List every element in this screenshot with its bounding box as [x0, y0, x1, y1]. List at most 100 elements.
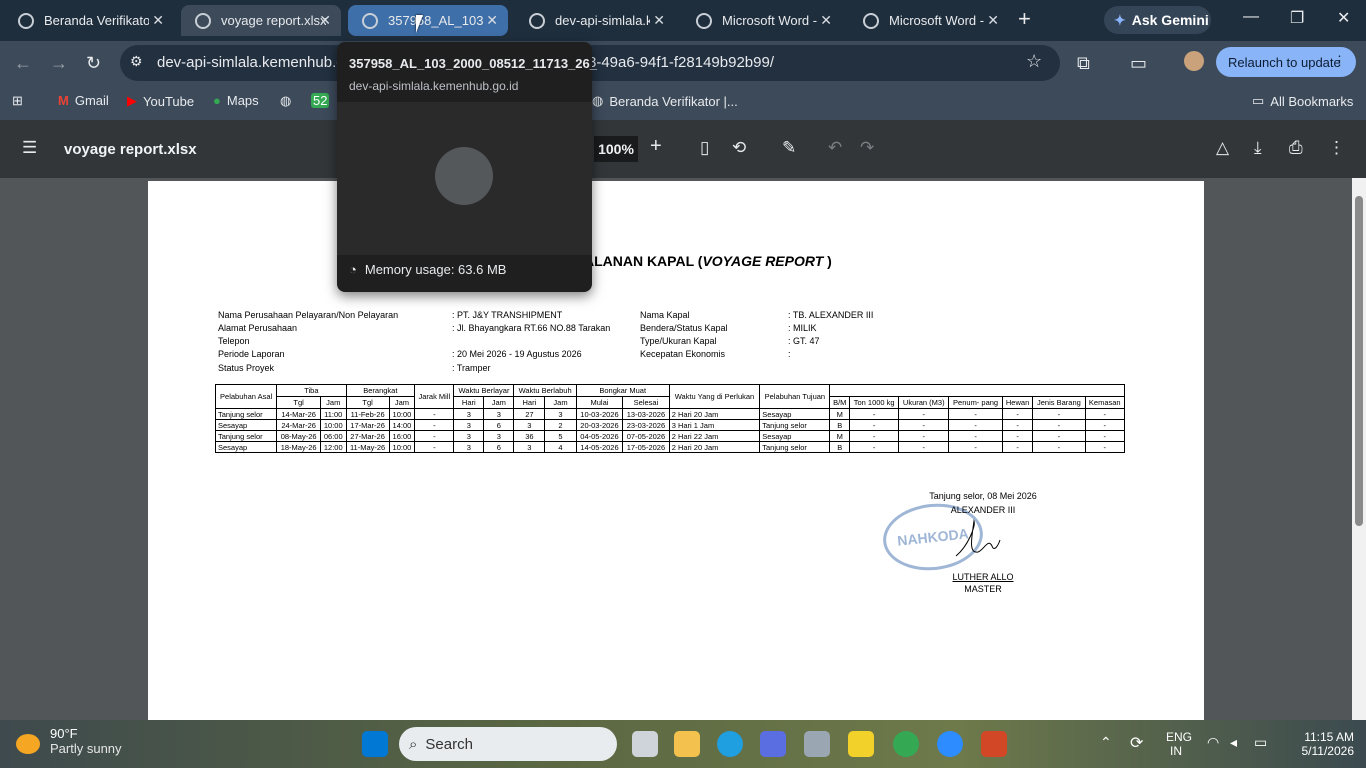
tab-voyage-report[interactable]: voyage report.xlsx ✕ [181, 5, 341, 36]
site-info-icon[interactable]: ⚙ [130, 53, 143, 70]
th-tgl: Tgl [345, 396, 390, 409]
redo-icon[interactable]: ↷ [860, 138, 874, 158]
table-cell: 14-05-2026 [575, 441, 624, 453]
file-explorer-icon[interactable] [674, 731, 700, 757]
rotate-icon[interactable]: ⟲ [732, 138, 746, 158]
drive-icon[interactable]: △ [1216, 138, 1229, 158]
volume-icon[interactable]: ◂ [1230, 734, 1237, 751]
bookmark-gmail[interactable]: M Gmail [58, 93, 109, 108]
close-icon[interactable]: ✕ [820, 12, 832, 29]
all-bookmarks[interactable]: ▭ All Bookmarks [1252, 93, 1353, 109]
more-icon[interactable]: ⋮ [1328, 138, 1345, 158]
relaunch-button[interactable]: Relaunch to update ⋮ [1216, 47, 1356, 77]
apps-icon[interactable]: ⊞ [12, 93, 23, 109]
info-label: Periode Laporan [218, 349, 285, 359]
close-window-button[interactable]: ✕ [1337, 8, 1350, 28]
close-icon[interactable]: ✕ [152, 12, 164, 29]
sticky-notes-icon[interactable] [848, 731, 874, 757]
tab-word-1[interactable]: Microsoft Word - ✕ [682, 5, 842, 36]
windows-start-icon[interactable] [362, 731, 388, 757]
lang-bottom: IN [1170, 744, 1182, 758]
bookmark-star-icon[interactable]: ☆ [1026, 51, 1042, 72]
table-cell: 12:00 [320, 441, 347, 453]
bookmark-label: Gmail [74, 93, 109, 108]
tab-word-2[interactable]: Microsoft Word - ✕ [849, 5, 1009, 36]
globe-icon [696, 12, 712, 29]
scrollbar-thumb[interactable] [1355, 196, 1363, 526]
fit-page-icon[interactable]: ▯ [700, 138, 709, 158]
close-icon[interactable]: ✕ [653, 12, 665, 29]
task-view-icon[interactable] [632, 731, 658, 757]
tab-label: voyage report.xlsx [221, 13, 326, 28]
th-bongkar-muat: Bongkar Muat [575, 384, 670, 397]
table-cell: 10:00 [320, 419, 347, 431]
menu-icon[interactable]: ☰ [22, 138, 37, 158]
info-value: : Tramper [452, 363, 491, 373]
table-cell: - [1032, 430, 1086, 442]
table-cell: - [1001, 430, 1034, 442]
bookmark-label: Maps [226, 93, 259, 108]
bookmark-youtube[interactable]: ▶ YouTube [127, 93, 194, 109]
folder-icon: ▭ [1252, 93, 1265, 108]
table-cell: Sesayap [759, 408, 831, 420]
wifi-icon[interactable]: ◠ [1207, 734, 1219, 751]
print-icon[interactable]: ⎙ [1289, 138, 1303, 158]
taskbar-search[interactable]: ⌕ Search [399, 727, 617, 761]
undo-icon[interactable]: ↶ [828, 138, 842, 158]
table-cell: 27 [513, 408, 546, 420]
zoom-icon[interactable] [937, 731, 963, 757]
chrome-icon[interactable] [893, 731, 919, 757]
table-cell: - [1001, 408, 1034, 420]
bookmark-badge[interactable]: 52 [311, 93, 330, 108]
table-cell: 3 [453, 430, 485, 442]
table-row: Sesayap 24-Mar-26 10:00 17-Mar-26 14:00-3 6 3 2… [214, 419, 1126, 431]
extensions-icon[interactable]: ⧉ [1077, 53, 1090, 74]
table-cell: - [1001, 441, 1034, 453]
weather-widget[interactable]: 90°F Partly sunny [16, 726, 122, 756]
minimize-button[interactable]: — [1243, 8, 1259, 26]
close-icon[interactable]: ✕ [319, 12, 331, 29]
cast-icon[interactable]: ▭ [1130, 53, 1147, 74]
voyage-table: Pelabuhan Asal Tiba Berangkat Jarak Mill… [214, 384, 1126, 453]
table-cell: 24-Mar-26 [276, 419, 322, 431]
zoom-field[interactable]: 100% [594, 136, 638, 162]
maximize-button[interactable]: ❐ [1290, 8, 1304, 28]
ask-gemini-button[interactable]: ✦ Ask Gemini [1104, 6, 1211, 34]
chevron-up-icon[interactable]: ⌃ [1100, 734, 1112, 751]
reload-icon[interactable]: ↻ [86, 53, 101, 74]
zoom-in-icon[interactable]: + [650, 135, 662, 158]
info-value: : 20 Mei 2026 - 19 Agustus 2026 [452, 349, 582, 359]
th-berangkat: Berangkat [345, 384, 416, 397]
close-icon[interactable]: ✕ [486, 12, 498, 29]
camera-icon[interactable] [804, 731, 830, 757]
profile-avatar[interactable] [1184, 51, 1204, 71]
app-icon[interactable] [760, 731, 786, 757]
pdf-toolbar: ☰ voyage report.xlsx 100% + ▯ ⟲ ✎ ↶ ↷ △ … [0, 120, 1366, 178]
forward-icon[interactable]: → [50, 53, 68, 74]
table-row: Tanjung selor 08-May-26 06:00 27-Mar-26 16:0… [214, 430, 1126, 442]
th-penumpang: Penum- pang [948, 396, 1003, 409]
sign-ship: ALEXANDER III [950, 505, 1016, 515]
lang-indicator[interactable]: ENG IN [1166, 730, 1192, 758]
powerpoint-icon[interactable] [981, 731, 1007, 757]
bookmark-maps[interactable]: ● Maps [213, 93, 259, 108]
tab-dev-api[interactable]: dev-api-simlala.ke ✕ [515, 5, 675, 36]
bookmarks-bar: ⊞ M Gmail ▶ YouTube ● Maps ◍ 52 ◍ Beranda Ve… [0, 84, 1366, 120]
download-icon[interactable]: ⤓ [1254, 138, 1262, 158]
url-text-end: 8-49a6-94f1-f28149b92b99/ [588, 54, 774, 71]
th-waktu-berlabuh: Waktu Berlabuh [513, 384, 577, 397]
edge-icon[interactable] [717, 731, 743, 757]
bookmark-beranda[interactable]: ◍ Beranda Verifikator |... [592, 93, 738, 109]
bookmark-globe[interactable]: ◍ [280, 93, 291, 109]
sync-icon[interactable]: ⟳ [1130, 733, 1143, 753]
battery-icon[interactable]: ▭ [1254, 734, 1267, 751]
back-icon[interactable]: ← [14, 53, 32, 74]
draw-icon[interactable]: ✎ [782, 138, 796, 158]
scrollbar[interactable] [1352, 178, 1366, 720]
tab-beranda[interactable]: Beranda Verifikator ✕ [4, 5, 174, 36]
new-tab-button[interactable]: + [1018, 8, 1031, 30]
close-icon[interactable]: ✕ [987, 12, 999, 29]
table-cell: - [1084, 408, 1126, 420]
pdf-viewer[interactable]: ASI PERJALANAN KAPAL (VOYAGE REPORT ) Na… [0, 178, 1366, 741]
clock[interactable]: 11:15 AM 5/11/2026 [1290, 730, 1355, 758]
